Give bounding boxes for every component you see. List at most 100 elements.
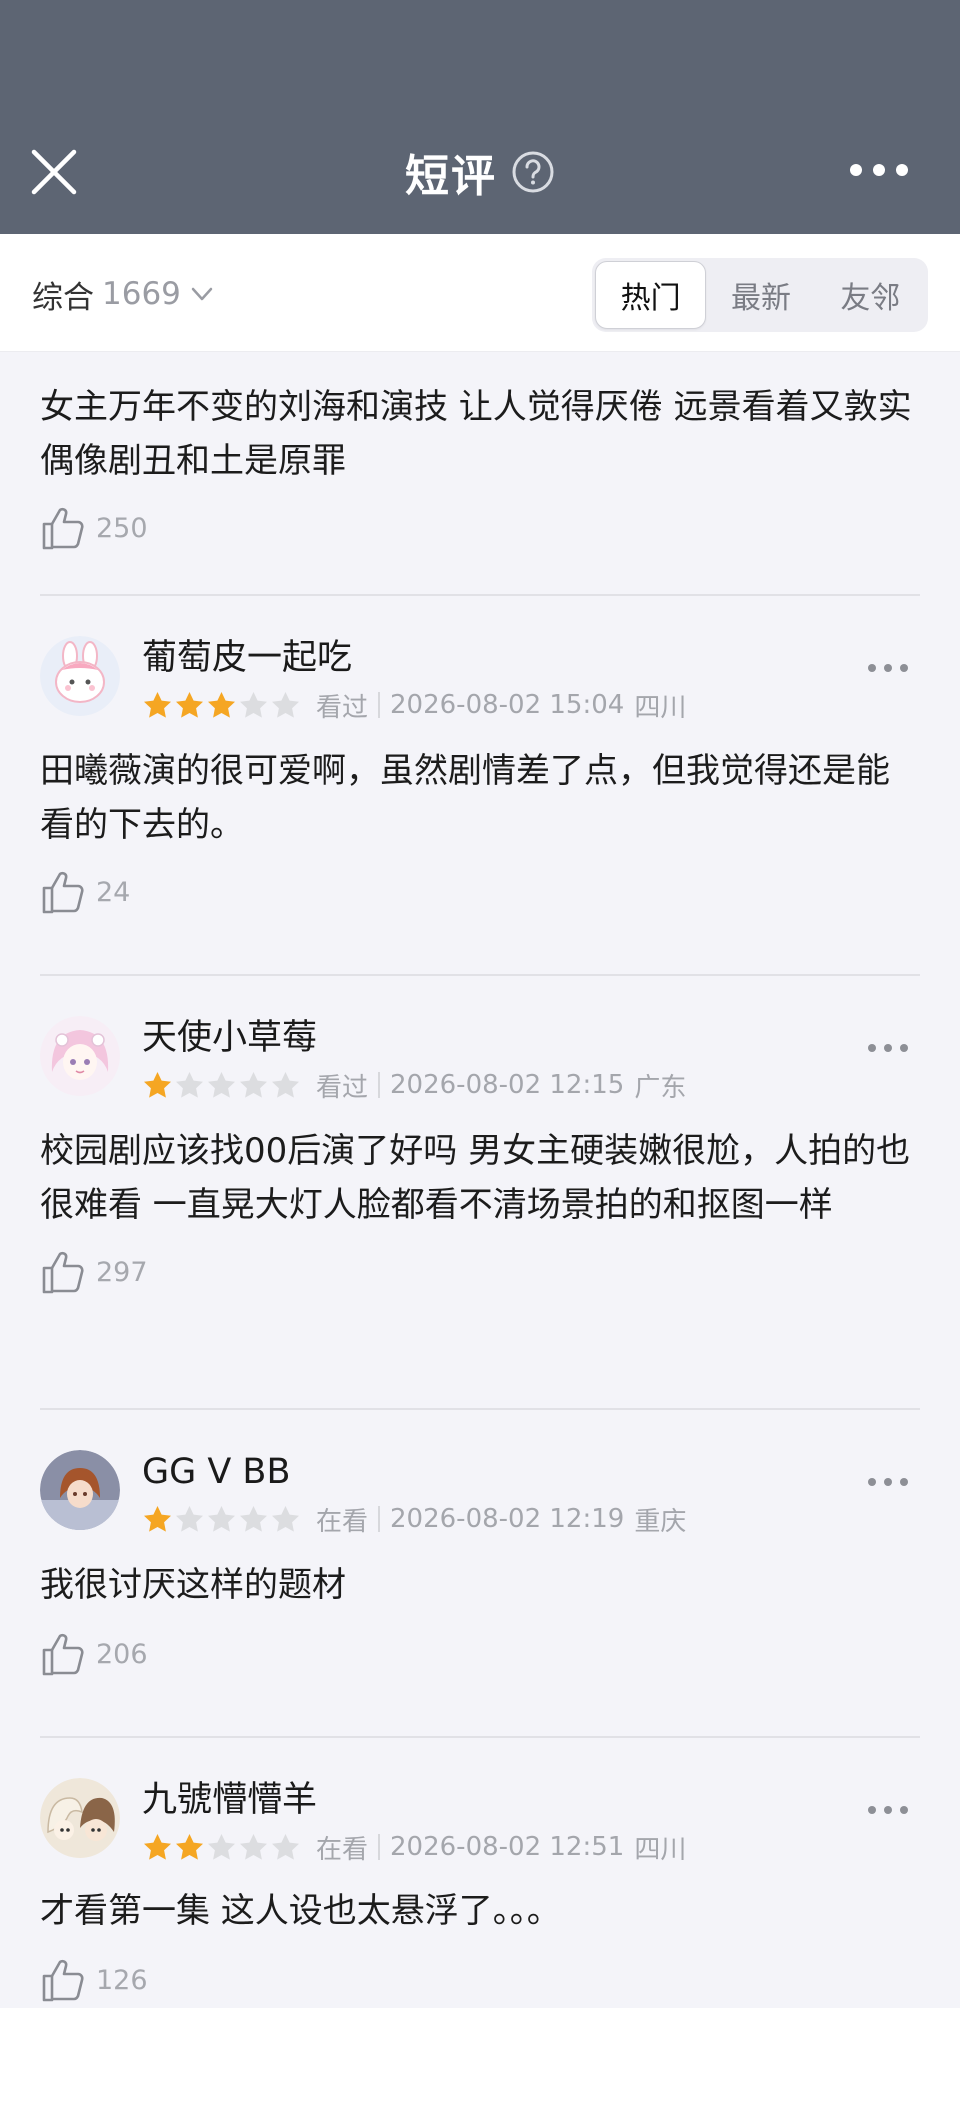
review-time: 2026-08-02 12:19 (390, 1504, 625, 1534)
username[interactable]: 天使小草莓 (142, 1016, 317, 1060)
review-location: 重庆 (634, 1506, 687, 1537)
review-item: 天使小草莓 看过 2026-08-02 12:15 广东 校园剧应该找00后演了… (40, 1016, 920, 1300)
watch-status: 在看 (316, 1506, 369, 1537)
separator (378, 692, 381, 718)
anime-girl-avatar-icon (40, 1016, 120, 1096)
review-meta: 看过 2026-08-02 12:15 广东 (142, 1068, 687, 1103)
star-empty-icon (272, 691, 299, 718)
watch-status: 在看 (316, 1834, 369, 1865)
star-rating (142, 1070, 302, 1101)
like-count: 250 (96, 512, 148, 544)
star-empty-icon (240, 1071, 267, 1098)
star-filled-icon (208, 691, 235, 718)
avatar[interactable] (40, 1778, 120, 1858)
avatar[interactable] (40, 636, 120, 716)
review-meta: 在看 2026-08-02 12:51 四川 (142, 1830, 687, 1865)
separator (378, 1834, 381, 1860)
page-title: 短评 (405, 151, 497, 202)
star-empty-icon (240, 1833, 267, 1860)
star-rating (142, 690, 302, 721)
girl-photo-avatar-icon (40, 1450, 120, 1530)
star-empty-icon (272, 1071, 299, 1098)
avatar[interactable] (40, 1016, 120, 1096)
review-meta: 在看 2026-08-02 12:19 重庆 (142, 1502, 687, 1537)
username[interactable]: GG V BB (142, 1450, 290, 1494)
watch-status: 看过 (316, 1072, 369, 1103)
like-button[interactable]: 24 (40, 864, 920, 920)
thumbs-up-icon (42, 1251, 84, 1294)
star-filled-icon (144, 1833, 171, 1860)
review-text: 才看第一集 这人设也太悬浮了。。。 (40, 1891, 561, 1931)
avatar[interactable] (40, 1450, 120, 1530)
sort-segmented-control: 热门 最新 友邻 (592, 258, 928, 332)
bunny-avatar-icon (40, 636, 120, 716)
review-location: 广东 (634, 1072, 687, 1103)
review-text: 女主万年不变的刘海和演技 让人觉得厌倦 远景看着又敦实 偶像剧丑和土是原罪 (40, 387, 912, 481)
more-horizontal-icon[interactable] (866, 1036, 910, 1060)
like-count: 24 (96, 876, 131, 908)
review-item: 九號懵懵羊 在看 2026-08-02 12:51 四川 才看第一集 这人设也太… (40, 1778, 920, 2008)
star-empty-icon (272, 1505, 299, 1532)
star-filled-icon (144, 1071, 171, 1098)
star-filled-icon (176, 1833, 203, 1860)
star-empty-icon (208, 1833, 235, 1860)
star-empty-icon (240, 691, 267, 718)
star-empty-icon (176, 1071, 203, 1098)
tab-hot[interactable]: 热门 (595, 261, 707, 329)
thumbs-up-icon (42, 507, 84, 550)
more-horizontal-icon (850, 164, 908, 176)
separator (378, 1072, 381, 1098)
review-item: GG V BB 在看 2026-08-02 12:19 重庆 我很讨厌这样的题材… (40, 1450, 920, 1682)
star-rating (142, 1832, 302, 1863)
review-location: 四川 (634, 1834, 687, 1865)
like-count: 297 (96, 1256, 148, 1288)
star-empty-icon (240, 1505, 267, 1532)
more-horizontal-icon[interactable] (866, 1470, 910, 1494)
thumbs-up-icon (42, 871, 84, 914)
like-count: 126 (96, 1964, 148, 1996)
review-time: 2026-08-02 15:04 (390, 690, 625, 720)
like-button[interactable]: 126 (40, 1952, 920, 2008)
review-item: 女主万年不变的刘海和演技 让人觉得厌倦 远景看着又敦实 偶像剧丑和土是原罪 25… (40, 380, 920, 556)
star-rating (142, 1504, 302, 1535)
divider (40, 594, 920, 596)
reviews-content: 综合 1669 热门 最新 友邻 女主万年不变的刘海和演技 让人觉得厌倦 远景看… (0, 234, 960, 2008)
tab-friends[interactable]: 友邻 (816, 261, 925, 329)
thumbs-up-icon (42, 1959, 84, 2002)
watch-status: 看过 (316, 692, 369, 723)
like-button[interactable]: 250 (40, 500, 920, 556)
star-filled-icon (176, 691, 203, 718)
star-empty-icon (272, 1833, 299, 1860)
help-icon[interactable] (511, 150, 555, 194)
like-button[interactable]: 206 (40, 1626, 920, 1682)
thumbs-up-icon (42, 1633, 84, 1676)
star-filled-icon (144, 691, 171, 718)
divider (40, 1736, 920, 1738)
chibi-avatar-icon (40, 1778, 120, 1858)
more-horizontal-icon[interactable] (866, 656, 910, 680)
tab-latest[interactable]: 最新 (706, 261, 815, 329)
like-button[interactable]: 297 (40, 1244, 920, 1300)
filter-bar: 综合 1669 热门 最新 友邻 (0, 234, 960, 352)
more-horizontal-icon[interactable] (866, 1798, 910, 1822)
review-time: 2026-08-02 12:51 (390, 1832, 625, 1862)
sort-dropdown[interactable]: 综合 1669 (32, 270, 215, 318)
review-count: 1669 (102, 276, 181, 312)
review-text: 我很讨厌这样的题材 (40, 1565, 346, 1605)
sort-label: 综合 (32, 279, 94, 316)
review-item: 葡萄皮一起吃 看过 2026-08-02 15:04 四川 田曦薇演的很可爱啊，… (40, 636, 920, 920)
more-options-button[interactable] (846, 150, 912, 190)
username[interactable]: 九號懵懵羊 (142, 1778, 317, 1822)
chevron-down-icon (191, 287, 213, 301)
star-empty-icon (208, 1071, 235, 1098)
bottom-blank-area (0, 2008, 960, 2126)
review-text: 校园剧应该找00后演了好吗 男女主硬装嫩很尬，人拍的也很难看 一直晃大灯人脸都看… (40, 1131, 911, 1225)
review-text: 田曦薇演的很可爱啊，虽然剧情差了点，但我觉得还是能看的下去的。 (40, 751, 890, 845)
review-meta: 看过 2026-08-02 15:04 四川 (142, 688, 687, 723)
review-location: 四川 (634, 692, 687, 723)
username[interactable]: 葡萄皮一起吃 (142, 636, 352, 680)
like-count: 206 (96, 1638, 148, 1670)
star-filled-icon (144, 1505, 171, 1532)
star-empty-icon (208, 1505, 235, 1532)
divider (40, 974, 920, 976)
